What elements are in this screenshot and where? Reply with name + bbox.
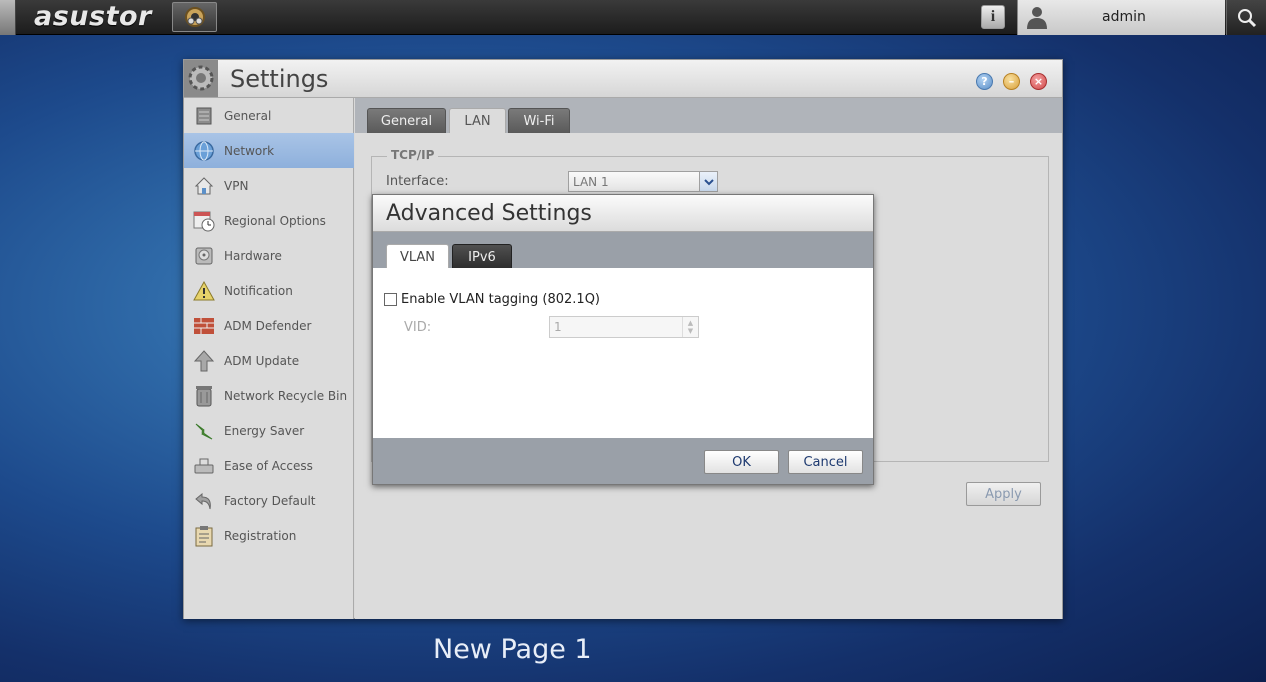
sidebar-item-label: Registration [224, 528, 297, 543]
sidebar-item-energy-saver[interactable]: Energy Saver [184, 413, 354, 448]
sidebar-item-regional-options[interactable]: Regional Options [184, 203, 354, 238]
calendar-clock-icon [193, 210, 215, 232]
user-name: admin [1102, 9, 1146, 25]
sidebar-item-general[interactable]: General [184, 98, 354, 133]
settings-tabbar: General LAN Wi-Fi [355, 98, 1062, 133]
ok-button[interactable]: OK [704, 450, 779, 474]
sidebar-item-label: Factory Default [224, 493, 316, 508]
info-icon[interactable]: i [981, 5, 1005, 29]
sidebar-item-label: Regional Options [224, 213, 326, 228]
search-button[interactable] [1226, 0, 1266, 35]
sidebar-item-adm-defender[interactable]: ADM Defender [184, 308, 354, 343]
trash-icon [193, 385, 215, 407]
close-icon[interactable]: × [1030, 73, 1047, 90]
desktop-toggle[interactable] [0, 0, 16, 35]
tab-lan[interactable]: LAN [449, 108, 506, 133]
sidebar-item-network[interactable]: Network [184, 133, 354, 168]
warning-icon [193, 280, 215, 302]
clipboard-icon [193, 525, 215, 547]
chevron-down-icon[interactable] [699, 172, 717, 191]
vid-stepper[interactable]: 1 ▲ ▼ [549, 316, 699, 338]
user-icon [1027, 7, 1047, 29]
tab-vlan[interactable]: VLAN [386, 244, 449, 269]
gear-icon [184, 7, 205, 27]
dialog-footer: OK Cancel [373, 438, 873, 484]
globe-icon [193, 140, 215, 162]
dialog-title: Advanced Settings [386, 201, 592, 226]
settings-taskbar-icon[interactable] [172, 2, 217, 32]
help-icon[interactable]: ? [976, 73, 993, 90]
sidebar-item-label: Hardware [224, 248, 282, 263]
vid-label: VID: [404, 320, 432, 335]
sidebar-item-label: ADM Update [224, 353, 300, 368]
asustor-logo: asustor [34, 1, 152, 32]
sidebar-item-adm-update[interactable]: ADM Update [184, 343, 354, 378]
vlan-checkbox[interactable] [384, 293, 397, 306]
interface-select[interactable]: LAN 1 [568, 171, 718, 192]
sidebar-item-label: Ease of Access [224, 458, 313, 473]
tab-wifi[interactable]: Wi-Fi [508, 108, 570, 133]
sidebar-item-network-recycle-bin[interactable]: Network Recycle Bin [184, 378, 354, 413]
sidebar-item-ease-of-access[interactable]: Ease of Access [184, 448, 354, 483]
tab-ipv6[interactable]: IPv6 [452, 244, 512, 269]
settings-gear-icon [184, 60, 218, 97]
apply-button[interactable]: Apply [966, 482, 1041, 506]
server-icon [193, 105, 215, 127]
sidebar-item-label: Notification [224, 283, 293, 298]
stepper-arrows-icon[interactable]: ▲ ▼ [682, 317, 698, 337]
interface-label: Interface: [386, 174, 449, 189]
undo-icon [193, 490, 215, 512]
tab-general[interactable]: General [367, 108, 446, 133]
window-titlebar[interactable]: Settings ? – × [184, 60, 1062, 98]
advanced-settings-dialog: Advanced Settings VLAN IPv6 Enable VLAN … [372, 194, 874, 485]
page-label: New Page 1 [433, 634, 592, 665]
sidebar-item-label: Network Recycle Bin [224, 388, 348, 403]
search-icon [1237, 8, 1256, 27]
cancel-button[interactable]: Cancel [788, 450, 863, 474]
sidebar-item-label: VPN [224, 178, 249, 193]
sidebar-item-label: Energy Saver [224, 423, 305, 438]
sidebar-item-hardware[interactable]: Hardware [184, 238, 354, 273]
minimize-icon[interactable]: – [1003, 73, 1020, 90]
sidebar-item-notification[interactable]: Notification [184, 273, 354, 308]
vid-value: 1 [554, 320, 562, 334]
harddrive-icon [193, 245, 215, 267]
user-menu[interactable]: admin [1017, 0, 1225, 35]
ease-access-icon [193, 455, 215, 477]
interface-value: LAN 1 [573, 175, 609, 189]
dialog-body: Enable VLAN tagging (802.1Q) VID: 1 ▲ ▼ [373, 268, 873, 438]
dialog-tabbar: VLAN IPv6 [373, 232, 873, 269]
sidebar-item-label: Network [224, 143, 275, 158]
sidebar-item-label: General [224, 108, 272, 123]
sidebar-item-vpn[interactable]: VPN [184, 168, 354, 203]
settings-sidebar: General Network VPN Regional Options Har… [184, 98, 354, 619]
sidebar-item-registration[interactable]: Registration [184, 518, 354, 553]
window-title: Settings [230, 65, 329, 93]
lightning-icon [193, 420, 215, 442]
dialog-titlebar[interactable]: Advanced Settings [373, 195, 873, 232]
upload-arrow-icon [193, 349, 215, 372]
vlan-checkbox-label[interactable]: Enable VLAN tagging (802.1Q) [401, 292, 600, 307]
sidebar-item-factory-default[interactable]: Factory Default [184, 483, 354, 518]
firewall-icon [193, 315, 215, 337]
sidebar-item-label: ADM Defender [224, 318, 312, 333]
house-icon [193, 175, 215, 197]
top-bar: asustor i admin [0, 0, 1266, 35]
tcpip-legend: TCP/IP [387, 148, 439, 162]
